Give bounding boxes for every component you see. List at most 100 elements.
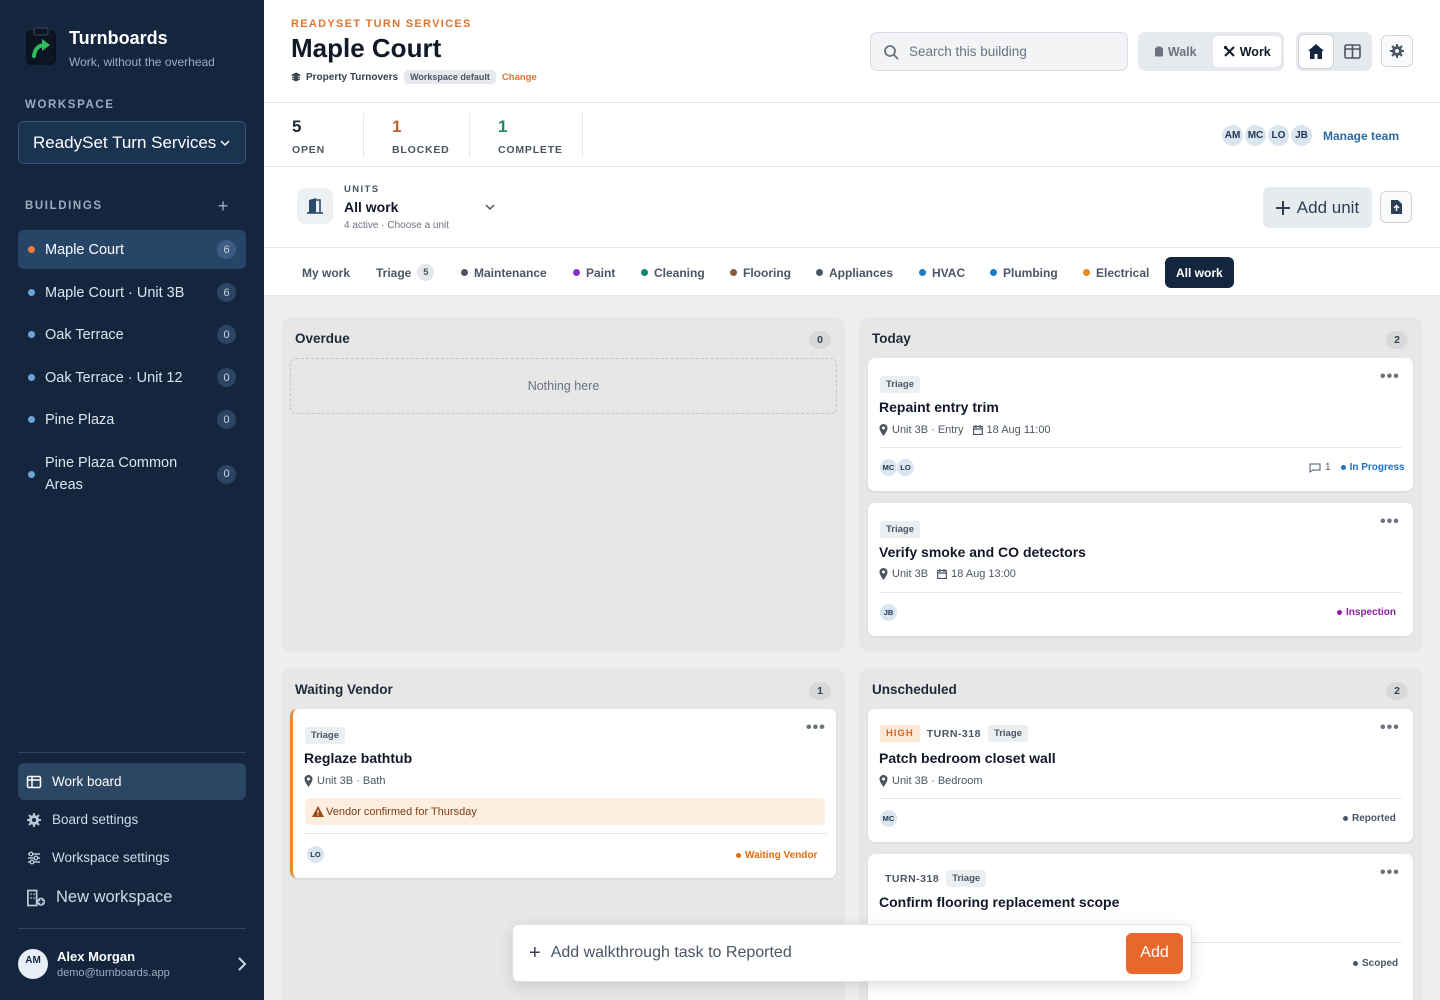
filter-hvac[interactable]: HVAC: [909, 257, 975, 288]
filter-appliances[interactable]: Appliances: [806, 257, 903, 288]
more-icon[interactable]: •••: [1380, 368, 1400, 386]
more-icon[interactable]: •••: [1380, 864, 1400, 882]
category-dot: [990, 269, 997, 276]
change-template-link[interactable]: Change: [502, 72, 537, 83]
search-input[interactable]: Search this building: [870, 32, 1128, 71]
user-menu[interactable]: AM Alex Morgan demo@turnboards.app: [18, 949, 248, 979]
sidebar-building-maple-court[interactable]: Maple Court 6: [18, 230, 246, 269]
brand-name: Turnboards: [69, 28, 168, 48]
sidebar-building-maple-court-unit-3b[interactable]: Maple Court · Unit 3B 6: [18, 273, 246, 312]
workspace-select[interactable]: ReadySet Turn Services: [18, 121, 246, 164]
card-assignees: LO: [306, 845, 325, 864]
mode-work-button[interactable]: Work: [1212, 36, 1281, 67]
workspace-label: WORKSPACE: [25, 99, 115, 111]
nav-board-settings[interactable]: Board settings: [18, 801, 246, 838]
location-pin-icon: [304, 775, 313, 787]
vendor-note: Vendor confirmed for Thursday: [305, 798, 825, 825]
manage-team-link[interactable]: Manage team: [1323, 129, 1399, 143]
filter-all-work[interactable]: All work: [1165, 257, 1234, 288]
filter-cleaning[interactable]: Cleaning: [631, 257, 715, 288]
settings-button[interactable]: [1381, 35, 1413, 67]
filter-label: Appliances: [829, 265, 894, 280]
category-dot: [1083, 269, 1090, 276]
building-name: Maple Court · Unit 3B: [45, 284, 185, 301]
sidebar-building-pine-plaza[interactable]: Pine Plaza 0: [18, 400, 246, 439]
import-file-button[interactable]: [1380, 191, 1412, 223]
home-icon: [1307, 44, 1324, 59]
template-meta: Property Turnovers Workspace default Cha…: [291, 70, 537, 84]
building-name: Oak Terrace: [45, 326, 124, 343]
card-meta: Unit 3B 18 Aug 13:00: [879, 568, 1016, 580]
filter-electrical[interactable]: Electrical: [1073, 257, 1159, 288]
building-name: Pine Plaza: [45, 411, 115, 428]
sidebar-building-oak-terrace[interactable]: Oak Terrace 0: [18, 315, 246, 354]
more-icon[interactable]: •••: [1380, 513, 1400, 531]
card-tags: Triage: [880, 374, 920, 393]
column-title: Unscheduled: [872, 682, 957, 697]
filter-label: Paint: [586, 265, 616, 280]
gear-icon: [1390, 44, 1404, 58]
stat-blocked[interactable]: 1 BLOCKED: [392, 117, 450, 156]
building-dot: [28, 416, 35, 423]
filter-paint[interactable]: Paint: [563, 257, 625, 288]
more-icon[interactable]: •••: [806, 719, 826, 737]
template-name: Property Turnovers: [291, 72, 398, 83]
status-dot: [1340, 465, 1346, 470]
stat-open[interactable]: 5 OPEN: [292, 117, 325, 156]
nav-workspace-settings[interactable]: Workspace settings: [18, 839, 246, 876]
team-avatars[interactable]: AM MC LO JB Manage team: [1220, 123, 1399, 148]
tools-icon: [1223, 45, 1235, 57]
chevron-down-icon[interactable]: [484, 201, 496, 213]
filter-my-work[interactable]: My work: [292, 257, 360, 288]
avatar: LO: [306, 845, 325, 864]
task-card[interactable]: Triage ••• Reglaze bathtub Unit 3B · Bat…: [290, 709, 836, 878]
building-dot: [28, 246, 35, 253]
status-label: In Progress: [1349, 462, 1405, 473]
home-view-button[interactable]: [1299, 35, 1333, 68]
filter-plumbing[interactable]: Plumbing: [980, 257, 1068, 288]
file-upload-icon: [1390, 200, 1402, 214]
sidebar-building-oak-terrace-unit-12[interactable]: Oak Terrace · Unit 12 0: [18, 358, 246, 397]
column-title: Waiting Vendor: [295, 682, 393, 697]
search-placeholder: Search this building: [909, 44, 1027, 59]
status-dot: [1343, 816, 1348, 821]
gear-icon: [27, 812, 41, 827]
avatar: JB: [879, 603, 898, 622]
clipboard-logo-icon: [26, 27, 56, 65]
filter-triage[interactable]: Triage 5: [366, 257, 444, 288]
card-assignees: JB: [879, 603, 898, 622]
add-task-button[interactable]: Add: [1126, 932, 1183, 974]
sidebar-building-pine-plaza-common-areas[interactable]: Pine Plaza Common Areas 0: [18, 450, 246, 498]
task-card[interactable]: Triage ••• Verify smoke and CO detectors…: [868, 503, 1413, 636]
chevron-right-icon: [238, 957, 247, 971]
board-icon: [26, 775, 42, 788]
card-location: Unit 3B · Bedroom: [892, 775, 983, 787]
category-filters: My work Triage 5 Maintenance Paint Cleani…: [264, 248, 1440, 296]
stat-value: 1: [392, 117, 402, 136]
filter-flooring[interactable]: Flooring: [720, 257, 801, 288]
split-view-button[interactable]: [1336, 35, 1370, 68]
more-icon[interactable]: •••: [1380, 719, 1400, 737]
filter-label: Triage: [376, 265, 412, 280]
brand[interactable]: Turnboards Work, without the overhead: [25, 26, 215, 69]
layers-icon: [291, 72, 301, 82]
unit-select[interactable]: All work: [344, 199, 398, 215]
card-divider: [304, 833, 827, 834]
add-unit-button[interactable]: Add unit: [1263, 187, 1372, 228]
add-building-button[interactable]: +: [216, 196, 230, 217]
status-badge: Waiting Vendor: [736, 850, 817, 861]
nav-label: New workspace: [56, 888, 173, 906]
task-card[interactable]: HIGH TURN-318 Triage ••• Patch bedroom c…: [868, 709, 1413, 842]
calendar-icon: [972, 425, 983, 435]
filter-maintenance[interactable]: Maintenance: [451, 257, 557, 288]
page-title: Maple Court: [291, 33, 442, 63]
quick-add-input[interactable]: Add walkthrough task to Reported: [551, 944, 792, 962]
task-card[interactable]: Triage ••• Repaint entry trim Unit 3B · …: [868, 358, 1413, 491]
calendar-icon: [937, 569, 947, 579]
nav-new-workspace[interactable]: New workspace: [18, 879, 246, 916]
priority-badge: HIGH: [880, 725, 920, 742]
stat-complete[interactable]: 1 COMPLETE: [498, 117, 563, 156]
mode-walk-button[interactable]: Walk: [1141, 36, 1210, 67]
nav-work-board[interactable]: Work board: [18, 763, 246, 800]
workspace-select-value: ReadySet Turn Services: [33, 132, 217, 152]
